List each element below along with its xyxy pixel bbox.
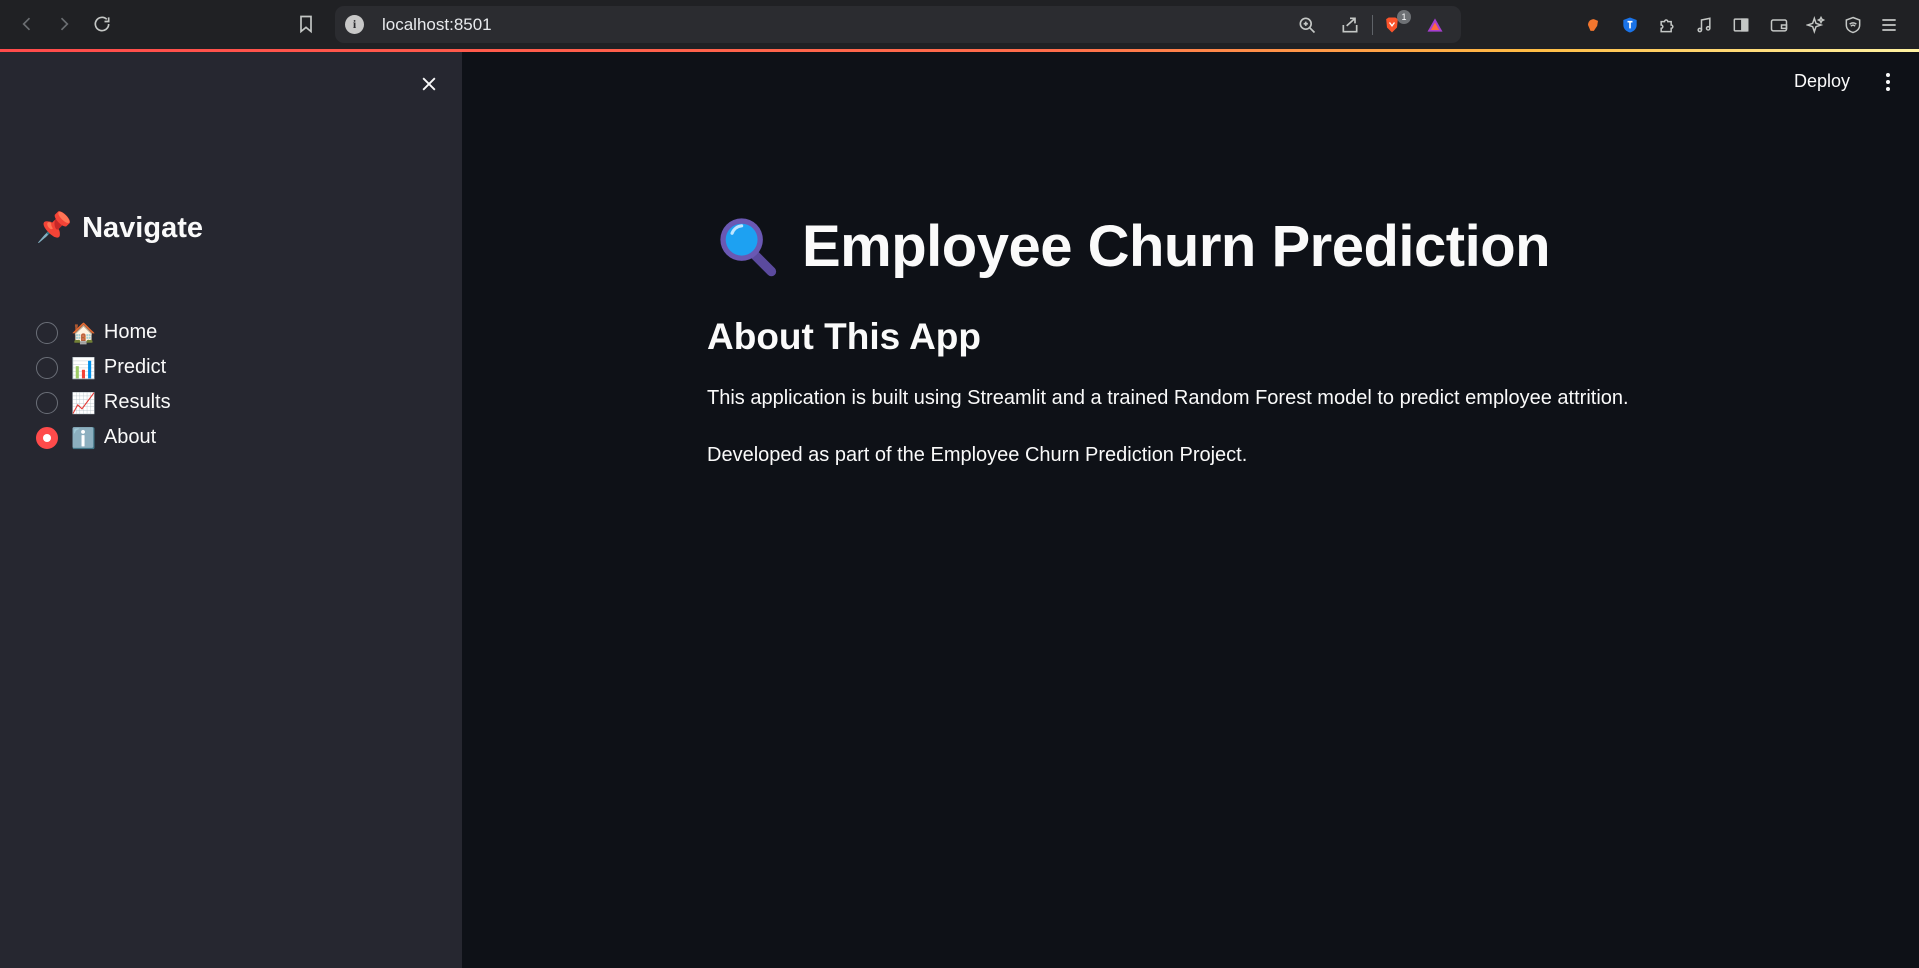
radio-button[interactable]	[36, 391, 58, 414]
browser-toolbar: i localhost:8501 1	[0, 0, 1919, 50]
media-music-icon[interactable]	[1691, 12, 1717, 38]
radio-option-home[interactable]: 🏠 Home	[36, 315, 171, 350]
address-bar[interactable]: i localhost:8501	[335, 6, 1461, 43]
sidebar-title-text: Navigate	[82, 211, 203, 244]
radio-option-results[interactable]: 📈 Results	[36, 385, 171, 420]
close-sidebar-icon[interactable]	[415, 70, 443, 98]
radio-label[interactable]: About	[104, 426, 156, 449]
reload-button[interactable]	[90, 12, 114, 36]
zoom-icon[interactable]	[1295, 13, 1319, 37]
deploy-button[interactable]: Deploy	[1794, 71, 1850, 92]
description-paragraph: This application is built using Streamli…	[707, 387, 1629, 409]
sidebar-toggle-icon[interactable]	[1728, 12, 1754, 38]
leo-ai-icon[interactable]	[1803, 12, 1829, 38]
radio-label[interactable]: Predict	[104, 356, 166, 379]
forward-button[interactable]	[52, 12, 76, 36]
navigation-radio-group: 🏠 Home 📊 Predict 📈 Results ℹ️ About	[36, 315, 171, 455]
sidebar-title: 📌 Navigate	[36, 211, 203, 245]
pushpin-icon: 📌	[36, 212, 73, 244]
magnifying-glass-icon	[720, 218, 777, 277]
bookmark-icon[interactable]	[294, 12, 318, 36]
radio-button-selected[interactable]	[36, 426, 58, 449]
url-text[interactable]: localhost:8501	[382, 15, 492, 35]
vpn-icon[interactable]	[1840, 12, 1866, 38]
address-bar-divider	[1372, 15, 1373, 35]
credits-paragraph: Developed as part of the Employee Churn …	[707, 444, 1248, 466]
radio-button[interactable]	[36, 356, 58, 379]
page-title: Employee Churn Prediction	[714, 212, 1551, 280]
main-content: Deploy Employee Churn Prediction About T…	[462, 52, 1919, 968]
wallet-icon[interactable]	[1766, 12, 1792, 38]
bar-chart-icon: 📊	[71, 355, 96, 380]
shields-count-badge: 1	[1397, 10, 1411, 24]
radio-button[interactable]	[36, 321, 58, 344]
extensions-puzzle-icon[interactable]	[1654, 12, 1680, 38]
site-info-icon[interactable]: i	[345, 15, 364, 34]
radio-label[interactable]: Results	[104, 391, 171, 414]
extension-hand-icon[interactable]	[1580, 12, 1606, 38]
section-title: About This App	[707, 316, 982, 357]
radio-option-predict[interactable]: 📊 Predict	[36, 350, 171, 385]
radio-label[interactable]: Home	[104, 321, 157, 344]
trend-chart-icon: 📈	[71, 390, 96, 415]
house-icon: 🏠	[71, 320, 96, 345]
menu-icon[interactable]	[1876, 12, 1902, 38]
more-options-icon[interactable]	[1880, 70, 1896, 94]
page-title-text: Employee Churn Prediction	[802, 213, 1551, 279]
brave-rewards-icon[interactable]	[1423, 13, 1447, 37]
share-icon[interactable]	[1338, 13, 1362, 37]
info-icon: ℹ️	[71, 425, 96, 450]
sidebar: 📌 Navigate 🏠 Home 📊 Predict 📈 Results ℹ️…	[0, 52, 462, 968]
back-button[interactable]	[15, 12, 39, 36]
extension-shield-icon[interactable]	[1617, 12, 1643, 38]
radio-option-about[interactable]: ℹ️ About	[36, 420, 171, 455]
